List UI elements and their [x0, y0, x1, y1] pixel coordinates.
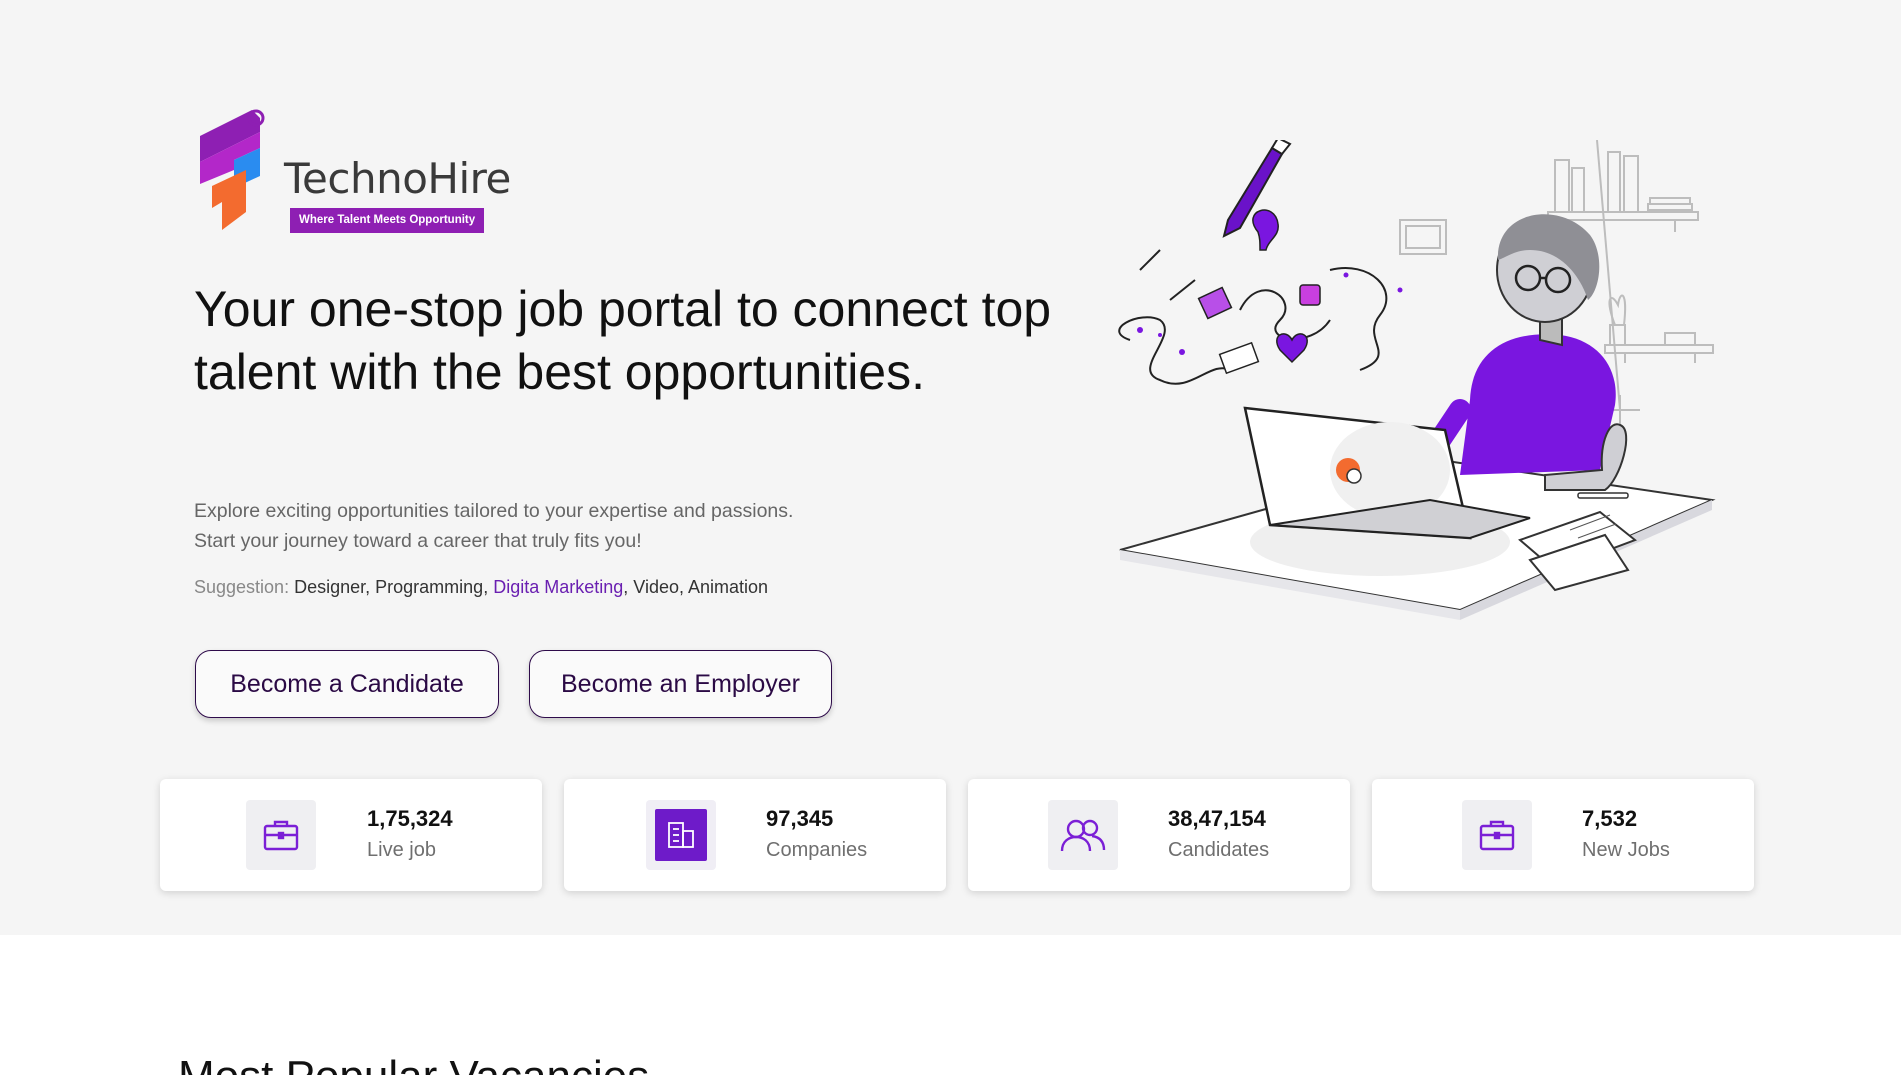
- section-title-popular-vacancies: Most Popular Vacancies: [178, 1052, 649, 1075]
- stat-value: 1,75,324: [367, 806, 453, 831]
- stat-card-live-jobs[interactable]: 1,75,324 Live job: [160, 779, 542, 891]
- users-icon: [1048, 800, 1118, 870]
- briefcase-icon: [1462, 800, 1532, 870]
- logo-mark-icon: [200, 109, 265, 230]
- hero-headline: Your one-stop job portal to connect top …: [194, 281, 1052, 400]
- suggestion-designer[interactable]: Designer,: [294, 577, 370, 597]
- suggestion-row: Suggestion: Designer, Programming, Digit…: [194, 577, 768, 598]
- suggestion-video[interactable]: , Video,: [623, 577, 684, 597]
- building-icon: [646, 800, 716, 870]
- stat-value: 7,532: [1582, 806, 1638, 831]
- briefcase-icon: [246, 800, 316, 870]
- stat-value: 97,345: [766, 806, 834, 831]
- stat-label: Live job: [367, 839, 436, 861]
- stat-card-candidates[interactable]: 38,47,154 Candidates: [968, 779, 1350, 891]
- brand-logo[interactable]: TechnoHire Where Talent Meets Opportunit…: [194, 104, 511, 236]
- stat-label: Companies: [766, 839, 868, 861]
- suggestion-label: Suggestion:: [194, 577, 290, 597]
- become-candidate-button[interactable]: Become a Candidate: [195, 650, 499, 718]
- hero-illustration: [1118, 140, 1716, 620]
- stat-label: New Jobs: [1582, 839, 1670, 861]
- stats-row: 1,75,324 Live job 97,345 Companies 38,47…: [160, 779, 1758, 891]
- suggestion-programming[interactable]: Programming,: [375, 577, 488, 597]
- hero-subtitle: Explore exciting opportunities tailored …: [194, 500, 794, 552]
- stat-label: Candidates: [1168, 839, 1270, 861]
- stat-card-companies[interactable]: 97,345 Companies: [564, 779, 946, 891]
- suggestion-animation[interactable]: Animation: [688, 577, 768, 597]
- brand-name: TechnoHire: [284, 154, 511, 203]
- stat-value: 38,47,154: [1168, 806, 1266, 831]
- suggestion-digital-marketing[interactable]: Digita Marketing: [493, 577, 623, 597]
- brand-tagline: Where Talent Meets Opportunity: [290, 208, 485, 233]
- hero-section: TechnoHire Where Talent Meets Opportunit…: [0, 0, 1901, 935]
- stat-card-new-jobs[interactable]: 7,532 New Jobs: [1372, 779, 1754, 891]
- become-employer-button[interactable]: Become an Employer: [529, 650, 832, 718]
